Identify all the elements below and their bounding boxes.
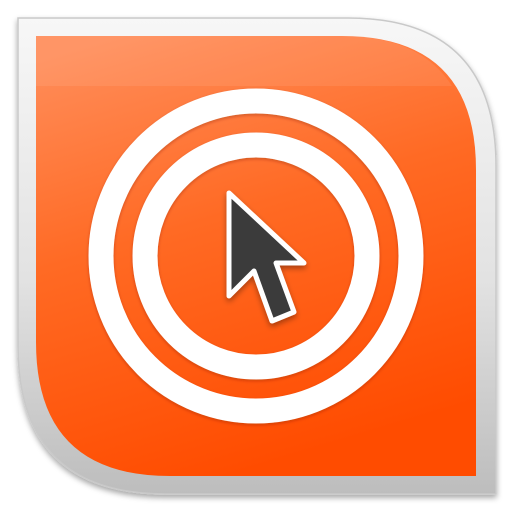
app-icon-graphic xyxy=(17,17,497,495)
app-icon xyxy=(0,0,512,512)
tile-highlight xyxy=(36,36,452,86)
